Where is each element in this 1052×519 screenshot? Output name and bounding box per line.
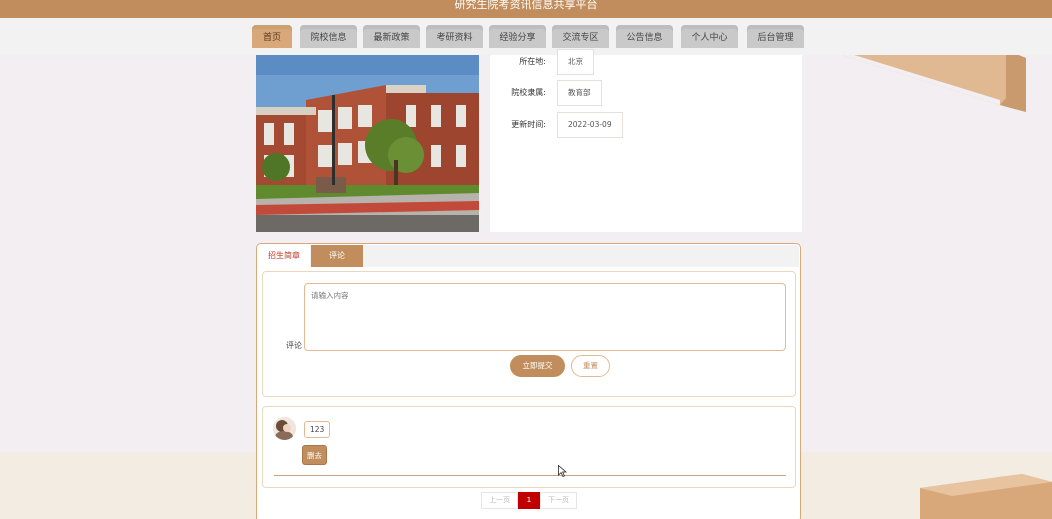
comment-divider xyxy=(274,475,786,476)
decorative-shape-bottom-right xyxy=(920,474,1052,519)
affiliation-label: 院校隶属: xyxy=(511,88,546,97)
next-page-button[interactable]: 下一页 xyxy=(540,492,577,509)
comment-list: 123 删去 xyxy=(262,406,796,488)
updated-value: 2022-03-09 xyxy=(557,112,623,138)
nav-item-schools[interactable]: 院校信息 xyxy=(300,25,357,48)
reset-button[interactable]: 重置 xyxy=(571,355,610,377)
avatar xyxy=(273,417,296,440)
updated-label: 更新时间: xyxy=(511,120,546,129)
submit-button[interactable]: 立即提交 xyxy=(510,355,565,377)
nav-item-profile[interactable]: 个人中心 xyxy=(681,25,738,48)
detail-card: 招生简章 评论 评论 立即提交 重置 123 删去 上一页 1 下一页 xyxy=(256,243,801,519)
page-number-current[interactable]: 1 xyxy=(518,492,540,509)
main-nav: 首页 院校信息 最新政策 考研资料 经验分享 交流专区 公告信息 个人中心 后台… xyxy=(0,18,1052,55)
comment-label: 评论 xyxy=(286,341,302,350)
location-label: 所在地: xyxy=(519,57,546,66)
tab-bar: 招生简章 评论 xyxy=(258,245,799,267)
nav-item-experience[interactable]: 经验分享 xyxy=(489,25,546,48)
nav-item-admin[interactable]: 后台管理 xyxy=(747,25,804,48)
delete-comment-button[interactable]: 删去 xyxy=(302,445,327,465)
mouse-pointer-icon xyxy=(558,465,567,477)
prev-page-button[interactable]: 上一页 xyxy=(481,492,518,509)
comment-form: 评论 立即提交 重置 xyxy=(262,271,796,397)
nav-item-announcements[interactable]: 公告信息 xyxy=(616,25,673,48)
nav-item-home[interactable]: 首页 xyxy=(252,25,292,48)
comment-text: 123 xyxy=(304,421,331,438)
affiliation-value: 教育部 xyxy=(557,80,602,106)
school-photo xyxy=(256,55,479,232)
site-title: 研究生院考资讯信息共享平台 xyxy=(454,0,598,11)
tab-comments[interactable]: 评论 xyxy=(311,245,363,267)
tab-admission-brochure[interactable]: 招生简章 xyxy=(258,245,310,267)
decorative-shape-top-right xyxy=(826,50,1026,112)
comment-input[interactable] xyxy=(304,283,786,351)
nav-item-policies[interactable]: 最新政策 xyxy=(363,25,420,48)
site-title-bar: 研究生院考资讯信息共享平台 xyxy=(0,0,1052,18)
school-info-panel: 所在地: 北京 院校隶属: 教育部 更新时间: 2022-03-09 xyxy=(490,49,802,232)
location-value: 北京 xyxy=(557,49,594,75)
nav-item-forum[interactable]: 交流专区 xyxy=(552,25,609,48)
nav-item-materials[interactable]: 考研资料 xyxy=(426,25,483,48)
